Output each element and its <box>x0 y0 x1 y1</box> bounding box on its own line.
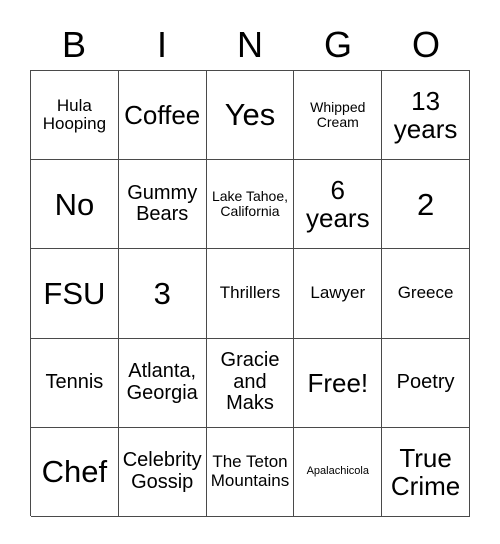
bingo-cell-text: Poetry <box>396 370 455 393</box>
bingo-cell[interactable]: Greece <box>382 249 470 339</box>
bingo-cell-text: Thrillers <box>219 283 281 303</box>
bingo-cell[interactable]: Lake Tahoe, California <box>206 160 295 250</box>
bingo-cell-text: Gummy Bears <box>127 181 198 226</box>
bingo-cell-text: Lake Tahoe, California <box>211 188 288 220</box>
bingo-cell[interactable]: Tennis <box>31 338 119 428</box>
bingo-cell-text: Apalachicola <box>306 464 369 477</box>
bingo-cell[interactable]: Poetry <box>382 338 470 428</box>
bingo-cell[interactable]: Hula Hooping <box>31 71 119 161</box>
bingo-cell-text: Greece <box>397 283 454 303</box>
bingo-cell-text: The Teton Mountains <box>210 452 290 490</box>
bingo-cell-text: Tennis <box>45 370 104 393</box>
bingo-cell-text: True Crime <box>390 442 461 501</box>
bingo-cell[interactable]: 6 years <box>294 160 383 250</box>
bingo-cell[interactable]: Gummy Bears <box>118 160 207 250</box>
bingo-cell[interactable]: Whipped Cream <box>294 71 383 161</box>
bingo-cell-text: 6 years <box>306 175 370 234</box>
bingo-cell[interactable]: Chef <box>31 427 119 517</box>
bingo-cell-text: Yes <box>224 97 276 133</box>
bingo-cell-text: FSU <box>43 275 106 311</box>
bingo-header-row: B I N G O <box>30 20 470 70</box>
bingo-row: Chef Celebrity Gossip The Teton Mountain… <box>31 427 470 517</box>
bingo-cell-text: Coffee <box>124 100 201 131</box>
bingo-cell[interactable]: Gracie and Maks <box>206 338 295 428</box>
bingo-row: FSU 3 Thrillers Lawyer Greece <box>31 249 470 339</box>
bingo-cell-text: 13 years <box>393 86 458 145</box>
bingo-header-letter-i: I <box>156 24 167 65</box>
bingo-cell-text: Celebrity Gossip <box>122 449 202 493</box>
bingo-cell[interactable]: 13 years <box>382 71 470 161</box>
bingo-cell[interactable]: Yes <box>206 71 295 161</box>
bingo-row: Tennis Atlanta, Georgia Gracie and Maks … <box>31 338 470 428</box>
bingo-cell[interactable]: Celebrity Gossip <box>118 427 207 517</box>
bingo-card: B I N G O Hula Hooping Coffee Yes Whippe… <box>30 20 470 517</box>
bingo-grid: Hula Hooping Coffee Yes Whipped Cream 13… <box>30 70 470 517</box>
bingo-cell-text: 2 <box>416 186 435 222</box>
bingo-row: No Gummy Bears Lake Tahoe, California 6 … <box>31 160 470 250</box>
bingo-header-letter-b: B <box>61 24 86 65</box>
bingo-cell-free-space[interactable]: Free! <box>294 338 383 428</box>
bingo-header-letter-g: G <box>323 24 352 65</box>
bingo-cell-text: 3 <box>153 275 171 311</box>
bingo-cell-text: Free! <box>307 367 369 398</box>
bingo-cell[interactable]: The Teton Mountains <box>206 427 295 517</box>
bingo-cell[interactable]: FSU <box>31 249 119 339</box>
bingo-cell-text: Chef <box>41 454 108 490</box>
bingo-cell[interactable]: Lawyer <box>294 249 383 339</box>
bingo-cell[interactable]: 3 <box>118 249 207 339</box>
bingo-cell[interactable]: Coffee <box>118 71 207 161</box>
bingo-cell[interactable]: True Crime <box>382 427 470 517</box>
bingo-cell[interactable]: Thrillers <box>206 249 295 339</box>
bingo-header-letter-n: N <box>237 24 263 65</box>
bingo-cell-text: Gracie and Maks <box>220 349 280 415</box>
bingo-cell[interactable]: 2 <box>382 160 470 250</box>
bingo-cell[interactable]: Atlanta, Georgia <box>118 338 207 428</box>
bingo-cell-text: Atlanta, Georgia <box>126 360 198 404</box>
bingo-cell-text: Lawyer <box>310 283 366 303</box>
bingo-cell[interactable]: Apalachicola <box>294 427 383 517</box>
bingo-cell-text: Hula Hooping <box>42 95 107 134</box>
bingo-cell-text: Whipped Cream <box>310 98 366 131</box>
bingo-cell[interactable]: No <box>31 160 119 250</box>
bingo-cell-text: No <box>54 186 95 222</box>
bingo-row: Hula Hooping Coffee Yes Whipped Cream 13… <box>31 71 470 161</box>
bingo-header-letter-o: O <box>411 24 440 65</box>
